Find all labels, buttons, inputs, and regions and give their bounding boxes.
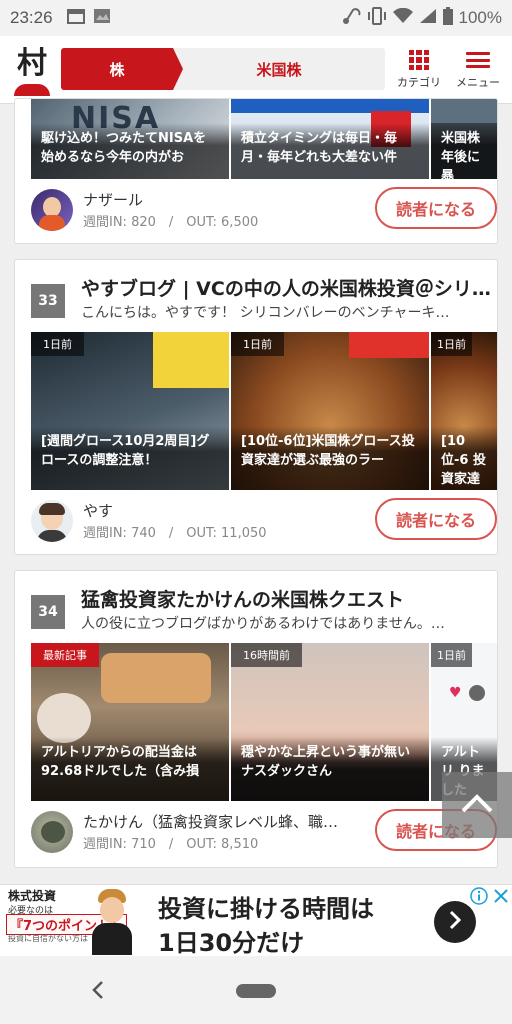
author-row: ナザール 週間IN: 820 / OUT: 6,500 読者になる [31, 185, 497, 237]
ad-next-button[interactable] [434, 901, 476, 943]
post-thumbnail[interactable]: 最新記事 アルトリアからの配当金は92.68ドルでした（含み損 [31, 643, 229, 801]
site-logo[interactable]: 村 [12, 46, 52, 96]
post-thumbnail[interactable]: 16時間前 穏やかな上昇という事が無いナスダックさん [231, 643, 429, 801]
ad-headline-2: 1日30分だけ [158, 929, 305, 957]
follow-button[interactable]: 読者になる [375, 498, 497, 540]
home-pill-icon[interactable] [236, 984, 276, 998]
wifi-icon [392, 7, 413, 29]
ad-brand: 株式投資 [8, 889, 57, 903]
avatar[interactable] [31, 189, 73, 231]
author-row: やす 週間IN: 740 / OUT: 11,050 読者になる [31, 496, 497, 548]
tab-us-stocks[interactable]: 米国株 [173, 48, 385, 90]
author-stats: 週間IN: 710 / OUT: 8,510 [83, 837, 259, 852]
follow-button[interactable]: 読者になる [375, 187, 497, 229]
post-thumbnail[interactable]: 1日前 [10位-6 投資家達 [431, 332, 497, 490]
nfc-icon [341, 7, 361, 30]
avatar[interactable] [31, 811, 73, 853]
status-bar: 23:26 100% [0, 0, 512, 36]
post-time: 1日前 [431, 332, 472, 356]
post-caption: [10位-6位]米国株グロース投資家達が選ぶ最強のラー [231, 426, 429, 490]
hamburger-icon [466, 50, 490, 70]
post-caption: アルトリアからの配当金は92.68ドルでした（含み損 [31, 737, 229, 801]
author-name[interactable]: たかけん（猛禽投資家レベル蜂、職… [83, 811, 338, 832]
ad-close-icon[interactable] [492, 887, 510, 905]
category-label: カテゴリ [397, 76, 441, 89]
avatar[interactable] [31, 500, 73, 542]
post-caption: 米国株 年後に暴 [431, 123, 497, 179]
chevron-up-icon [460, 792, 494, 818]
post-time: 最新記事 [31, 643, 99, 667]
blog-description: こんにちは。やすです！ シリコンバレーのベンチャーキ… [81, 305, 450, 321]
chevron-right-icon [448, 910, 462, 934]
blog-card: NISA 駆け込め！つみたてNISAを始めるなら今年の内がお 積立タイミングは毎… [14, 98, 498, 244]
menu-button[interactable]: メニュー [450, 50, 506, 100]
author-name[interactable]: ナザール [83, 189, 143, 210]
post-time: 1日前 [231, 332, 284, 356]
heart-icon: ♥ [449, 685, 462, 701]
post-caption: [週間グロース10月2周目]グロースの調整注意！ [31, 426, 229, 490]
market-tabs: 株 米国株 [61, 48, 385, 90]
post-thumbnail[interactable]: 積立タイミングは毎日・毎月・毎年どれも大差ない件 [231, 99, 429, 179]
clock: 23:26 [10, 8, 53, 27]
back-icon[interactable] [86, 976, 110, 1004]
post-thumbnails: 最新記事 アルトリアからの配当金は92.68ドルでした（含み損 16時間前 穏や… [31, 643, 497, 801]
post-thumbnail[interactable]: 米国株 年後に暴 [431, 99, 497, 179]
blog-card: 34 猛禽投資家たかけんの米国株クエスト 人の役に立つブログばかりがあるわけでは… [14, 570, 498, 868]
author-stats: 週間IN: 820 / OUT: 6,500 [83, 215, 259, 230]
category-button[interactable]: カテゴリ [391, 50, 447, 100]
system-nav-bar [0, 956, 512, 1024]
battery-percent: 100% [458, 8, 502, 27]
battery-icon [442, 6, 453, 30]
post-time: 1日前 [431, 643, 472, 667]
ad-info-icon[interactable] [470, 887, 488, 905]
post-time: 16時間前 [231, 643, 302, 667]
post-thumbnail[interactable]: 1日前 [10位-6位]米国株グロース投資家達が選ぶ最強のラー [231, 332, 429, 490]
app-header: 村 株 米国株 カテゴリ メニュー [0, 36, 512, 104]
author-name[interactable]: やす [83, 500, 113, 521]
tab-stocks[interactable]: 株 [61, 48, 183, 90]
post-thumbnail[interactable]: NISA 駆け込め！つみたてNISAを始めるなら今年の内がお [31, 99, 229, 179]
post-caption: 積立タイミングは毎日・毎月・毎年どれも大差ない件 [231, 123, 429, 179]
post-time: 1日前 [31, 332, 84, 356]
post-caption: [10位-6 投資家達 [431, 426, 497, 490]
rank-badge: 33 [31, 284, 65, 318]
ad-banner[interactable]: 株式投資 必要なのは 『7つのポイント』 投資に自信がない方は 投資に掛ける時間… [0, 884, 512, 957]
ad-headline-1: 投資に掛ける時間は [158, 895, 374, 923]
grid-icon [409, 50, 429, 70]
calendar-icon [66, 8, 85, 28]
logo-glyph: 村 [17, 46, 47, 81]
post-caption: 穏やかな上昇という事が無いナスダックさん [231, 737, 429, 801]
ad-note: 投資に自信がない方は [8, 934, 88, 943]
ad-person-image [88, 889, 136, 955]
author-stats: 週間IN: 740 / OUT: 11,050 [83, 526, 267, 541]
rank-badge: 34 [31, 595, 65, 629]
post-thumbnails: NISA 駆け込め！つみたてNISAを始めるなら今年の内がお 積立タイミングは毎… [31, 99, 497, 179]
scroll-to-top-button[interactable] [442, 772, 512, 838]
ad-creative: 株式投資 必要なのは 『7つのポイント』 投資に自信がない方は [0, 885, 138, 957]
signal-icon [419, 8, 437, 29]
logo-arc [14, 84, 50, 96]
post-thumbnail[interactable]: 1日前 [週間グロース10月2周目]グロースの調整注意！ [31, 332, 229, 490]
post-caption: 駆け込め！つみたてNISAを始めるなら今年の内がお [31, 123, 229, 179]
blog-description: 人の役に立つブログばかりがあるわけではありません。… [81, 616, 445, 632]
menu-label: メニュー [456, 76, 500, 89]
blog-title[interactable]: 猛禽投資家たかけんの米国株クエスト [81, 585, 497, 612]
vibrate-icon [367, 6, 387, 30]
blog-title[interactable]: やすブログ | VCの中の人の米国株投資＠シリ… [81, 274, 497, 301]
image-icon [93, 8, 111, 28]
author-row: たかけん（猛禽投資家レベル蜂、職… 週間IN: 710 / OUT: 8,510… [31, 807, 497, 859]
blog-card: 33 やすブログ | VCの中の人の米国株投資＠シリ… こんにちは。やすです！ … [14, 259, 498, 555]
post-thumbnails: 1日前 [週間グロース10月2周目]グロースの調整注意！ 1日前 [10位-6位… [31, 332, 497, 490]
